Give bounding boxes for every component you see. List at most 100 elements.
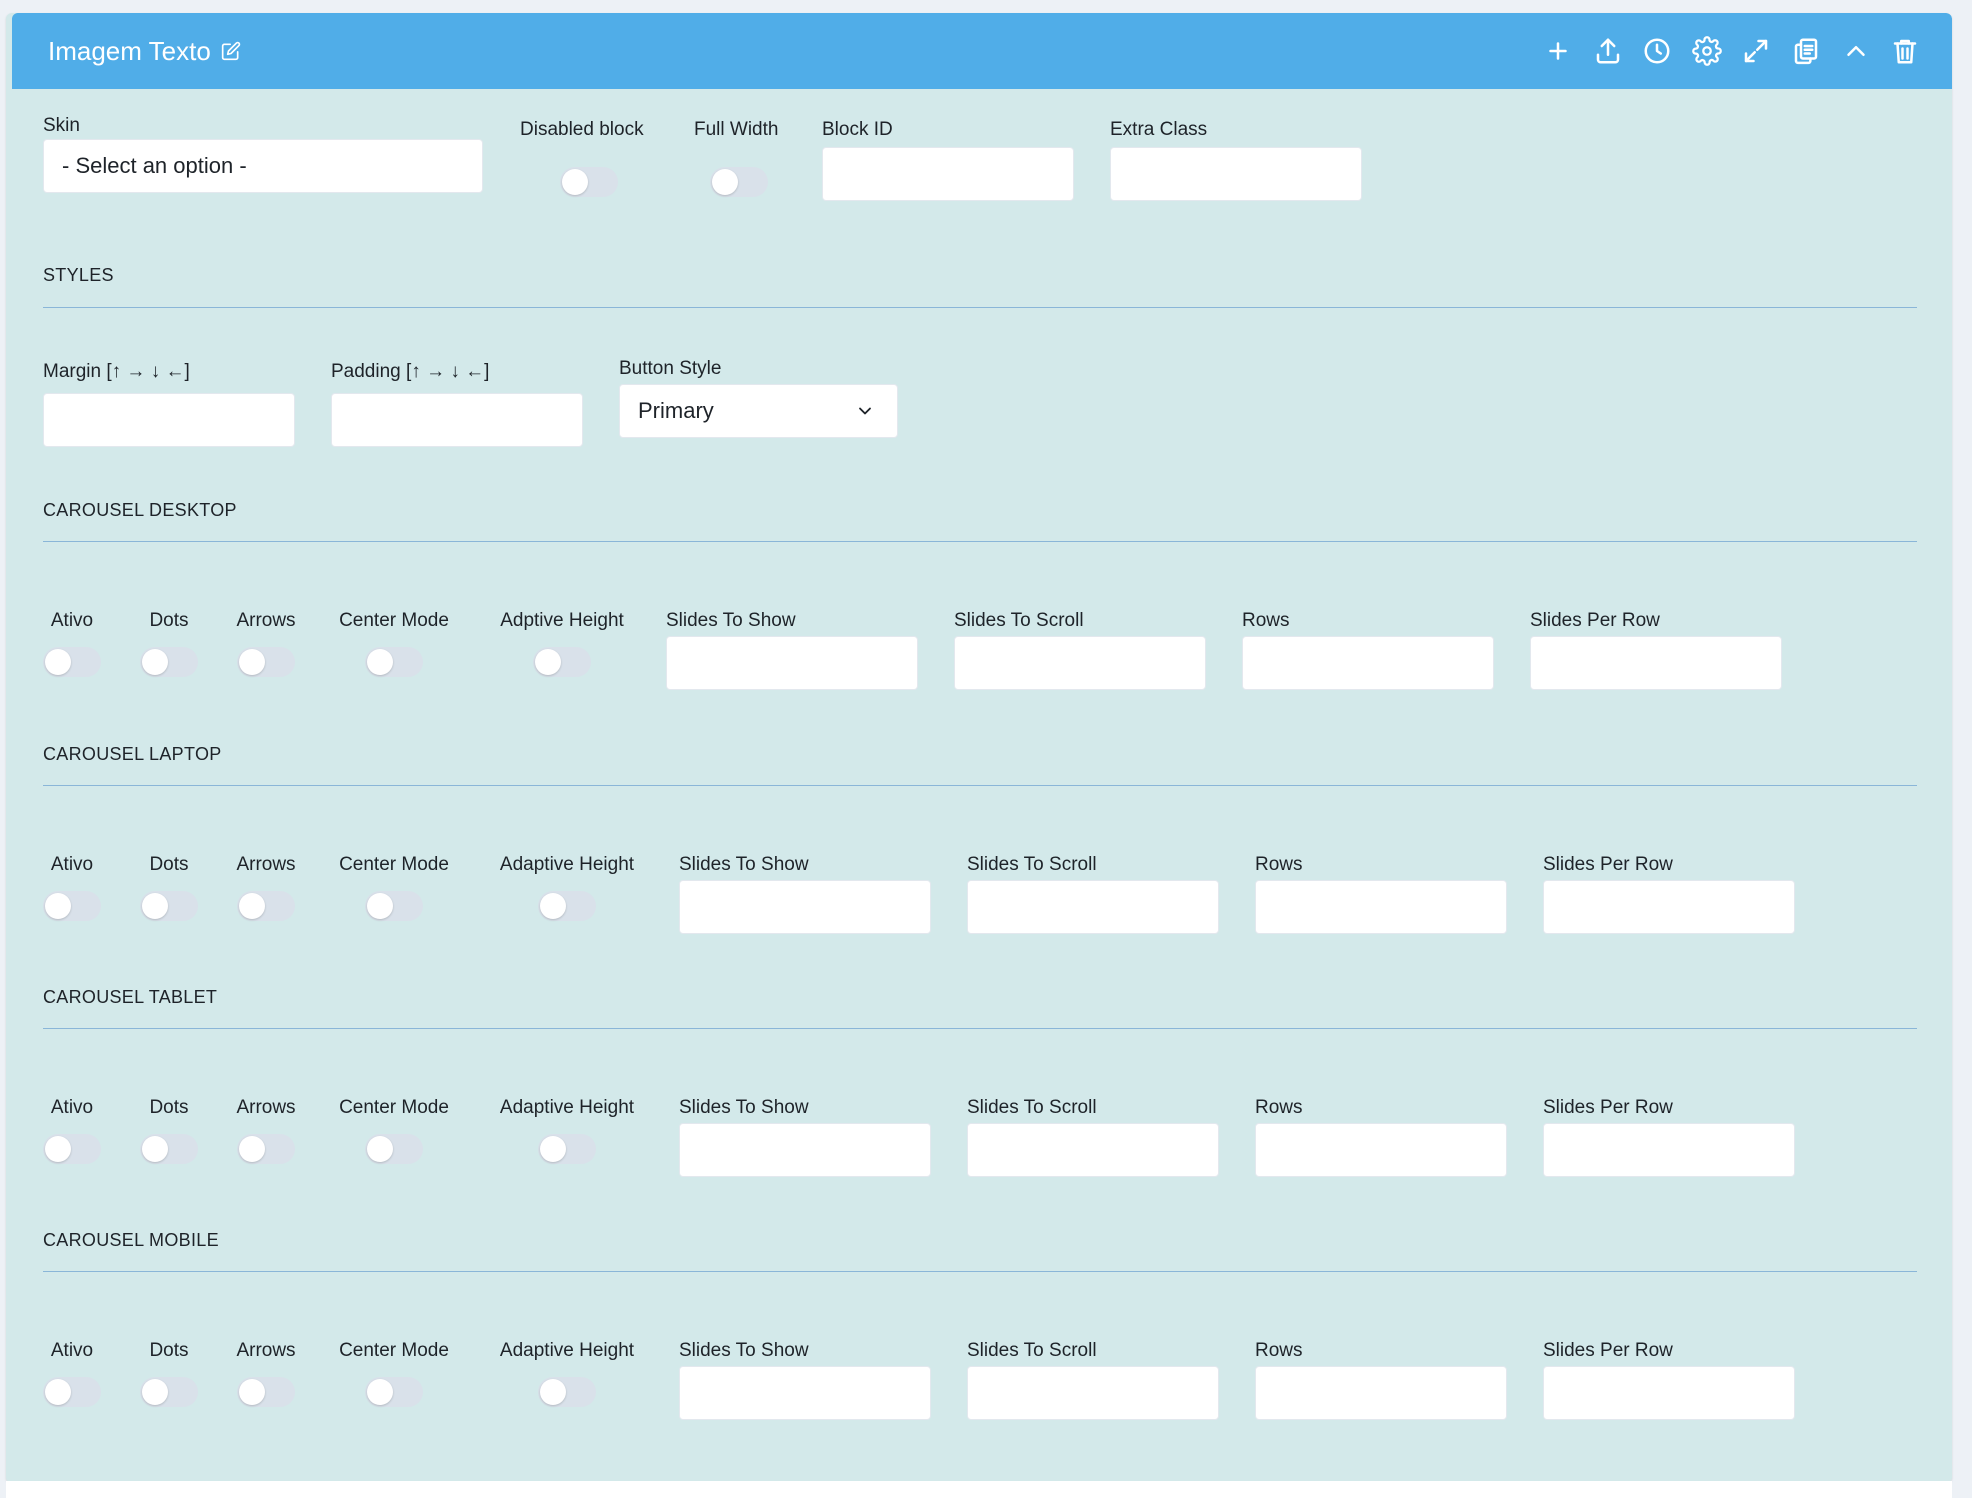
- slides-per-row-input[interactable]: [1543, 1366, 1795, 1420]
- full-width-toggle[interactable]: [710, 167, 768, 197]
- fullscreen-button[interactable]: [1732, 13, 1782, 89]
- styles-section-title: STYLES: [43, 265, 114, 285]
- button-style-value: Primary: [638, 398, 714, 423]
- skin-label: Skin: [43, 115, 80, 136]
- arrows-toggle[interactable]: [237, 1134, 295, 1164]
- ativo-toggle[interactable]: [43, 891, 101, 921]
- adaptive-height-toggle[interactable]: [538, 891, 596, 921]
- settings-button[interactable]: [1682, 13, 1732, 89]
- block-id-input[interactable]: [822, 147, 1074, 201]
- toggle-knob: [535, 649, 561, 675]
- arrows-label: Arrows: [236, 1097, 296, 1118]
- slides-to-scroll-label: Slides To Scroll: [967, 1097, 1097, 1118]
- slides-per-row-input[interactable]: [1530, 636, 1782, 690]
- dots-toggle[interactable]: [140, 1377, 198, 1407]
- block-id-label: Block ID: [822, 119, 893, 140]
- slides-to-show-input[interactable]: [666, 636, 918, 690]
- section-divider: [43, 541, 1917, 542]
- center-mode-toggle[interactable]: [365, 1134, 423, 1164]
- chevron-down-icon: [859, 407, 871, 415]
- adaptive-height-label: Adaptive Height: [499, 1097, 635, 1118]
- slides-to-scroll-label: Slides To Scroll: [967, 1340, 1097, 1361]
- arrows-toggle[interactable]: [237, 1377, 295, 1407]
- slides-to-scroll-label: Slides To Scroll: [967, 854, 1097, 875]
- slides-to-show-input[interactable]: [679, 880, 931, 934]
- dots-toggle[interactable]: [140, 647, 198, 677]
- adaptive-height-label: Adaptive Height: [499, 1340, 635, 1361]
- center-mode-toggle[interactable]: [365, 1377, 423, 1407]
- arrows-toggle[interactable]: [237, 647, 295, 677]
- arrows-toggle[interactable]: [237, 891, 295, 921]
- edit-title-icon[interactable]: [221, 41, 241, 61]
- add-button[interactable]: [1533, 13, 1583, 89]
- trash-icon: [1893, 39, 1917, 64]
- center-mode-toggle[interactable]: [365, 891, 423, 921]
- adaptive-height-label: Adaptive Height: [499, 854, 635, 875]
- slides-to-show-input[interactable]: [679, 1366, 931, 1420]
- center-mode-toggle[interactable]: [365, 647, 423, 677]
- rows-input[interactable]: [1255, 1366, 1507, 1420]
- ativo-toggle[interactable]: [43, 1134, 101, 1164]
- adaptive-height-toggle[interactable]: [538, 1134, 596, 1164]
- rows-input[interactable]: [1255, 880, 1507, 934]
- duplicate-button[interactable]: [1781, 13, 1831, 89]
- margin-label: Margin [↑ → ↓ ←]: [43, 361, 190, 382]
- extra-class-input[interactable]: [1110, 147, 1362, 201]
- slides-to-show-input[interactable]: [679, 1123, 931, 1177]
- disabled-block-label: Disabled block: [520, 119, 644, 140]
- ativo-toggle[interactable]: [43, 647, 101, 677]
- disabled-block-toggle[interactable]: [560, 167, 618, 197]
- toggle-knob: [45, 1379, 71, 1405]
- clock-icon: [1644, 38, 1670, 64]
- toggle-knob: [142, 1136, 168, 1162]
- toggle-knob: [239, 1136, 265, 1162]
- gear-icon: [1691, 36, 1722, 66]
- slides-to-scroll-input[interactable]: [967, 1123, 1219, 1177]
- section-divider: [43, 785, 1917, 786]
- block-title: Imagem Texto: [48, 13, 241, 89]
- slides-to-scroll-input[interactable]: [967, 880, 1219, 934]
- padding-label: Padding [↑ → ↓ ←]: [331, 361, 490, 382]
- toggle-knob: [45, 1136, 71, 1162]
- dots-label: Dots: [149, 1097, 189, 1118]
- toggle-knob: [239, 649, 265, 675]
- arrows-label: Arrows: [236, 854, 296, 875]
- toggle-knob: [367, 893, 393, 919]
- ativo-label: Ativo: [50, 1340, 94, 1361]
- toggle-knob: [142, 893, 168, 919]
- rows-label: Rows: [1242, 610, 1290, 631]
- toggle-knob: [239, 893, 265, 919]
- plus-icon: [1549, 42, 1567, 60]
- slides-to-scroll-label: Slides To Scroll: [954, 610, 1084, 631]
- carousel-section-title: CAROUSEL LAPTOP: [43, 744, 222, 764]
- export-button[interactable]: [1583, 13, 1633, 89]
- rows-input[interactable]: [1255, 1123, 1507, 1177]
- collapse-button[interactable]: [1831, 13, 1881, 89]
- history-button[interactable]: [1632, 13, 1682, 89]
- rows-label: Rows: [1255, 854, 1303, 875]
- toggle-knob: [45, 649, 71, 675]
- skin-select[interactable]: - Select an option -: [43, 139, 483, 193]
- rows-label: Rows: [1255, 1340, 1303, 1361]
- rows-input[interactable]: [1242, 636, 1494, 690]
- slides-to-scroll-input[interactable]: [954, 636, 1206, 690]
- ativo-label: Ativo: [50, 854, 94, 875]
- dots-toggle[interactable]: [140, 891, 198, 921]
- toggle-knob: [239, 1379, 265, 1405]
- slides-per-row-input[interactable]: [1543, 1123, 1795, 1177]
- margin-input[interactable]: [43, 393, 295, 447]
- toggle-knob: [367, 1136, 393, 1162]
- ativo-label: Ativo: [50, 1097, 94, 1118]
- slides-per-row-input[interactable]: [1543, 880, 1795, 934]
- padding-input[interactable]: [331, 393, 583, 447]
- center-mode-label: Center Mode: [339, 854, 449, 875]
- slides-to-show-label: Slides To Show: [679, 1340, 809, 1361]
- dots-toggle[interactable]: [140, 1134, 198, 1164]
- slides-to-scroll-input[interactable]: [967, 1366, 1219, 1420]
- adaptive-height-toggle[interactable]: [538, 1377, 596, 1407]
- button-style-select[interactable]: Primary: [619, 384, 898, 438]
- adaptive-height-toggle[interactable]: [533, 647, 591, 677]
- arrows-label: Arrows: [236, 1340, 296, 1361]
- delete-button[interactable]: [1880, 13, 1930, 89]
- ativo-toggle[interactable]: [43, 1377, 101, 1407]
